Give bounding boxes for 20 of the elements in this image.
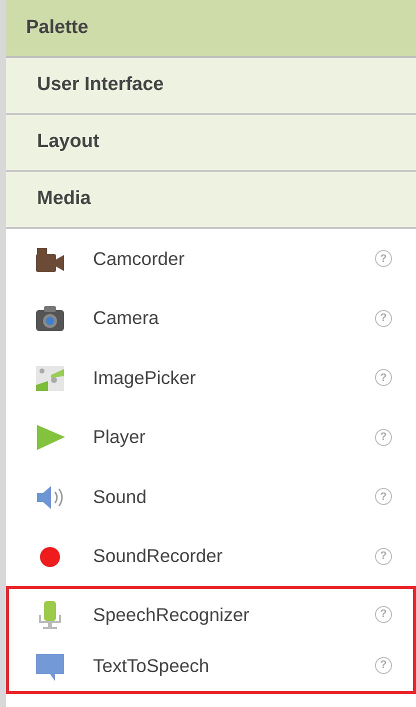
category-header[interactable]: Media [6, 172, 416, 229]
help-icon[interactable]: ? [375, 250, 392, 268]
component-name: SpeechRecognizer [93, 602, 250, 627]
component-name: ImagePicker [93, 366, 197, 390]
palette-header: Palette [6, 0, 416, 58]
help-icon[interactable]: ? [375, 488, 392, 506]
help-icon[interactable]: ? [375, 428, 392, 446]
help-icon[interactable]: ? [375, 310, 392, 327]
category-header[interactable]: Layout [6, 115, 416, 172]
component-name: SoundRecorder [93, 544, 224, 568]
component-name: Camera [93, 306, 160, 330]
help-icon[interactable]: ? [375, 548, 392, 565]
help-icon[interactable]: ? [375, 369, 392, 386]
component-name: Player [93, 425, 146, 450]
component-name: Camcorder [93, 246, 186, 271]
component-name: Sound [93, 484, 148, 509]
help-icon[interactable]: ? [375, 606, 392, 623]
component-name: TextToSpeech [93, 654, 210, 678]
category-header[interactable]: User Interface [6, 58, 416, 115]
help-icon[interactable]: ? [375, 657, 392, 674]
